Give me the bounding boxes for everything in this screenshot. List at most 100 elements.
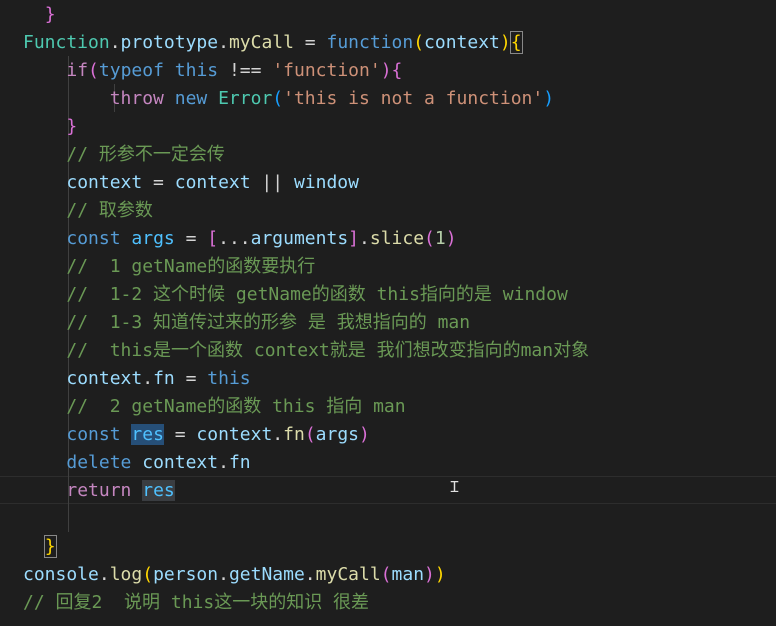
- code-token: }: [44, 4, 56, 25]
- code-token: // this是一个函数 context就是 我们想改变指向的man对象: [66, 340, 590, 361]
- code-token: this: [174, 60, 219, 81]
- code-token: ): [445, 228, 457, 249]
- code-line[interactable]: console.log(person.getName.myCall(man)): [23, 561, 446, 589]
- code-token: (: [272, 88, 284, 109]
- code-token: ]: [348, 228, 360, 249]
- code-line[interactable]: // 2 getName的函数 this 指向 man: [23, 393, 405, 421]
- code-token: =: [293, 32, 327, 53]
- code-token: {: [391, 60, 403, 81]
- code-line[interactable]: if(typeof this !== 'function'){: [23, 57, 402, 85]
- code-line[interactable]: const args = [...arguments].slice(1): [23, 225, 457, 253]
- code-token: throw: [109, 88, 164, 109]
- code-token: args: [131, 228, 175, 249]
- code-token: Function: [23, 32, 110, 53]
- code-line[interactable]: context = context || window: [23, 169, 359, 197]
- code-token: =: [142, 172, 175, 193]
- code-token: (: [142, 564, 154, 585]
- code-token: if: [66, 60, 89, 81]
- code-token: (: [304, 424, 316, 445]
- code-line[interactable]: // 1-2 这个时候 getName的函数 this指向的是 window: [23, 281, 568, 309]
- code-token: // 1 getName的函数要执行: [66, 256, 316, 277]
- code-token: // 1-3 知道传过来的形参 是 我想指向的 man: [66, 312, 471, 333]
- code-token: typeof: [98, 60, 164, 81]
- code-line[interactable]: delete context.fn: [23, 449, 251, 477]
- code-token: [: [207, 228, 219, 249]
- code-token: }: [66, 116, 78, 137]
- code-token: // 形参不一定会传: [66, 144, 225, 165]
- code-token: man: [391, 564, 425, 585]
- code-line[interactable]: }: [23, 113, 77, 141]
- code-line[interactable]: const res = context.fn(args): [23, 421, 370, 449]
- code-line[interactable]: // 1-3 知道传过来的形参 是 我想指向的 man: [23, 309, 470, 337]
- code-token: fn: [153, 368, 175, 389]
- code-token: console: [23, 564, 99, 585]
- code-token: fn: [283, 424, 305, 445]
- code-token: 'this is not a function': [283, 88, 544, 109]
- code-line[interactable]: // 1 getName的函数要执行: [23, 253, 315, 281]
- code-token: res: [131, 424, 164, 445]
- code-token: // 1-2 这个时候 getName的函数 this指向的是 window: [66, 284, 568, 305]
- code-token: slice: [369, 228, 425, 249]
- code-token: 'function': [272, 60, 381, 81]
- text-cursor-icon: Ｉ: [447, 478, 463, 496]
- code-token: ): [424, 564, 435, 585]
- code-token: (: [380, 564, 392, 585]
- code-token: function: [326, 32, 414, 53]
- code-token: .: [142, 368, 154, 389]
- code-token: context: [424, 32, 500, 53]
- code-line[interactable]: }: [23, 533, 57, 561]
- code-line[interactable]: // 取参数: [23, 197, 153, 225]
- code-token: .: [359, 228, 370, 249]
- code-token: const: [66, 228, 121, 249]
- code-token: context: [174, 172, 251, 193]
- code-line[interactable]: // 回复2 说明 this这一块的知识 很差: [23, 589, 369, 617]
- code-token: context: [196, 424, 273, 445]
- code-token: ): [380, 60, 392, 81]
- code-token: myCall: [228, 32, 294, 53]
- code-line[interactable]: // 形参不一定会传: [23, 141, 225, 169]
- code-token: myCall: [315, 564, 381, 585]
- code-token: getName: [228, 564, 305, 585]
- code-token: .: [304, 564, 316, 585]
- code-token: window: [293, 172, 359, 193]
- code-token: ||: [250, 172, 294, 193]
- code-token: delete: [66, 452, 132, 473]
- code-token: context: [66, 172, 143, 193]
- code-token: new: [174, 88, 208, 109]
- code-token: !==: [218, 60, 273, 81]
- code-line[interactable]: context.fn = this: [23, 365, 250, 393]
- code-token: res: [142, 480, 175, 501]
- code-token: fn: [228, 452, 251, 473]
- code-token: context: [66, 368, 143, 389]
- code-line[interactable]: throw new Error('this is not a function'…: [23, 85, 554, 113]
- code-token: // 取参数: [66, 200, 153, 221]
- code-token: .: [98, 564, 110, 585]
- code-line[interactable]: }: [23, 1, 56, 29]
- code-line[interactable]: return res: [23, 477, 175, 505]
- code-token: {: [509, 31, 523, 54]
- code-line[interactable]: // this是一个函数 context就是 我们想改变指向的man对象: [23, 337, 589, 365]
- code-token: .: [109, 32, 121, 53]
- code-line[interactable]: Function.prototype.myCall = function(con…: [23, 29, 523, 57]
- code-token: const: [66, 424, 121, 445]
- code-token: }: [43, 535, 57, 558]
- code-editor[interactable]: } Function.prototype.myCall = function(co…: [0, 0, 776, 626]
